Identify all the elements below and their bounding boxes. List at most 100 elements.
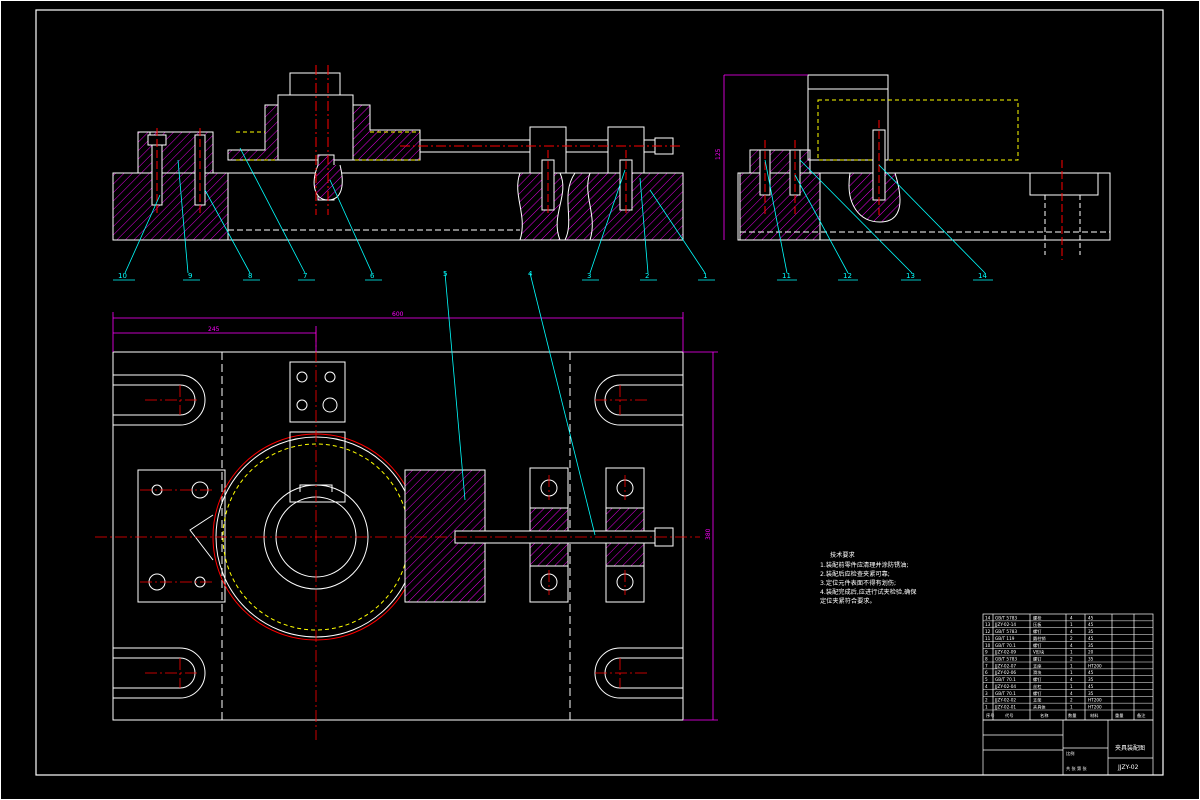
bom-cell-name: 圆柱销: [1033, 635, 1046, 642]
top-clamp: [289, 361, 346, 423]
bom-cell-material: 45: [1088, 615, 1094, 620]
bom-header-code: 代号: [1005, 712, 1013, 719]
bom-cell-material: HT200: [1088, 705, 1102, 710]
bom-cell-no: 11: [985, 636, 991, 641]
bom-cell-name: 螺钉: [1033, 656, 1042, 663]
bracket-top-a: [529, 467, 569, 509]
bom-cell-qty: 4: [1070, 677, 1073, 682]
clamp-cap: [289, 72, 341, 96]
side-base-section: [739, 172, 821, 241]
bom-cell-no: 5: [985, 677, 988, 682]
balloon-11: 11: [782, 272, 791, 280]
bom-cell-no: 7: [985, 663, 988, 668]
bom-cell-material: 35: [1088, 643, 1094, 648]
bom-cell-code: JJZY-02-07: [994, 663, 1016, 668]
bom-cell-code: GB/T 70.1: [995, 691, 1016, 696]
bom-cell-code: GB/T 70.1: [995, 677, 1016, 682]
side-yellow-body: [817, 99, 1019, 161]
base-mid-section: [517, 172, 564, 241]
balloon-2: 2: [645, 272, 649, 280]
bom-cell-no: 8: [985, 657, 988, 662]
sheet-label: 共 张 第 张: [1066, 765, 1088, 772]
bom-cell-name: 丝杠: [1033, 683, 1041, 690]
bom-cell-name: 螺栓: [1033, 614, 1042, 621]
bom-cell-name: 螺钉: [1033, 628, 1042, 635]
bom-cell-name: 螺钉: [1033, 676, 1042, 683]
bom-cell-code: JJZY-02-06: [994, 670, 1016, 675]
bom-cell-qty: 1: [1070, 705, 1073, 710]
bom-cell-material: 35: [1088, 629, 1094, 634]
side-view: [737, 74, 1111, 260]
balloon-3: 3: [587, 272, 591, 280]
dim-top-offset: 245: [208, 326, 220, 333]
sheet-border-inner: [35, 9, 1164, 776]
bom-cell-no: 13: [985, 622, 991, 627]
tech-req-line-4: 4.装配完成后,应进行试夹检验,确保: [820, 588, 917, 596]
bom-table: 14 GB/T 5783 螺栓 4 4513 JJZY-02-14 压板 1 4512 GB/T …: [983, 614, 1153, 711]
bom-cell-qty: 1: [1070, 684, 1073, 689]
dim-overall-height: 380: [705, 528, 712, 540]
bom-cell-no: 1: [985, 705, 988, 710]
balloon-8: 8: [248, 272, 252, 280]
bom-cell-name: 滑块: [1033, 669, 1042, 676]
bom-cell-qty: 4: [1070, 629, 1073, 634]
bom-cell-name: 螺钉: [1033, 690, 1042, 697]
bom-header-note: 备注: [1137, 712, 1146, 719]
bom-cell-no: 12: [985, 629, 991, 634]
bom-cell-code: JJZY-02-09: [994, 650, 1016, 655]
bom-cell-material: HT200: [1088, 698, 1102, 703]
balloon-5: 5: [443, 270, 447, 278]
cad-drawing: 10 9 8 7 6 5 4 3 2 1 11 12 13 14 125 245…: [0, 0, 1200, 800]
bom-cell-name: V形块: [1033, 649, 1045, 656]
tech-req-line-3: 3.定位元件表面不得有划伤;: [820, 579, 896, 587]
bom-cell-no: 6: [985, 670, 988, 675]
top-clamp-arm: [289, 431, 346, 503]
bom-cell-name: 螺钉: [1033, 642, 1042, 649]
tech-req-title: 技术要求: [830, 551, 855, 559]
scale-label: 比例: [1066, 750, 1074, 757]
bom-cell-no: 3: [985, 691, 988, 696]
front-view: [112, 65, 684, 241]
bom-cell-no: 9: [985, 650, 988, 655]
bom-cell-material: 20: [1088, 650, 1094, 655]
bom-cell-code: JJZY-02-01: [994, 705, 1016, 710]
bom-cell-qty: 2: [1070, 698, 1073, 703]
balloon-7: 7: [303, 272, 307, 280]
drawing-number: JJZY-02: [1117, 764, 1139, 771]
balloon-4: 4: [528, 270, 533, 278]
bom-cell-name: 支架: [1033, 697, 1041, 704]
bom-cell-material: 45: [1088, 684, 1094, 689]
bom-header-material: 材料: [1090, 712, 1099, 719]
tech-req-line-2: 2.装配后应检查夹紧可靠;: [820, 570, 890, 578]
bom-cell-no: 10: [985, 643, 991, 648]
side-right-foot: [1029, 172, 1099, 196]
bom-cell-qty: 4: [1070, 615, 1073, 620]
bom-cell-material: 45: [1088, 622, 1094, 627]
bom-header-qty: 数量: [1068, 712, 1076, 719]
balloon-13: 13: [906, 272, 915, 280]
dim-side-height: 125: [715, 148, 722, 160]
bom-cell-code: GB/T 70.1: [995, 643, 1016, 648]
bom-header-weight: 重量: [1115, 712, 1123, 719]
bom-cell-no: 14: [985, 615, 991, 620]
bom-cell-qty: 1: [1070, 622, 1073, 627]
balloon-1: 1: [703, 272, 707, 280]
bom-cell-material: HT200: [1088, 663, 1102, 668]
bom-cell-name: 夹具体: [1033, 704, 1046, 711]
dim-overall-width: 600: [392, 311, 404, 318]
bom-cell-name: 支座: [1033, 662, 1041, 669]
balloon-6: 6: [370, 272, 375, 280]
bom-cell-code: GB/T 5783: [995, 629, 1017, 634]
bom-cell-code: JJZY-02-14: [994, 622, 1016, 627]
bom-cell-material: 35: [1088, 657, 1094, 662]
balloon-9: 9: [188, 272, 192, 280]
bom-cell-code: JJZY-02-04: [994, 684, 1016, 689]
balloon-14: 14: [978, 272, 987, 280]
v-ears: [189, 514, 441, 561]
bom-cell-qty: 2: [1070, 636, 1073, 641]
bom-cell-code: GB/T 119: [995, 636, 1015, 641]
base-left-section: [112, 172, 229, 241]
balloon-12: 12: [843, 272, 852, 280]
bom-cell-code: GB/T 5783: [995, 657, 1017, 662]
bom-cell-name: 压板: [1033, 621, 1042, 628]
